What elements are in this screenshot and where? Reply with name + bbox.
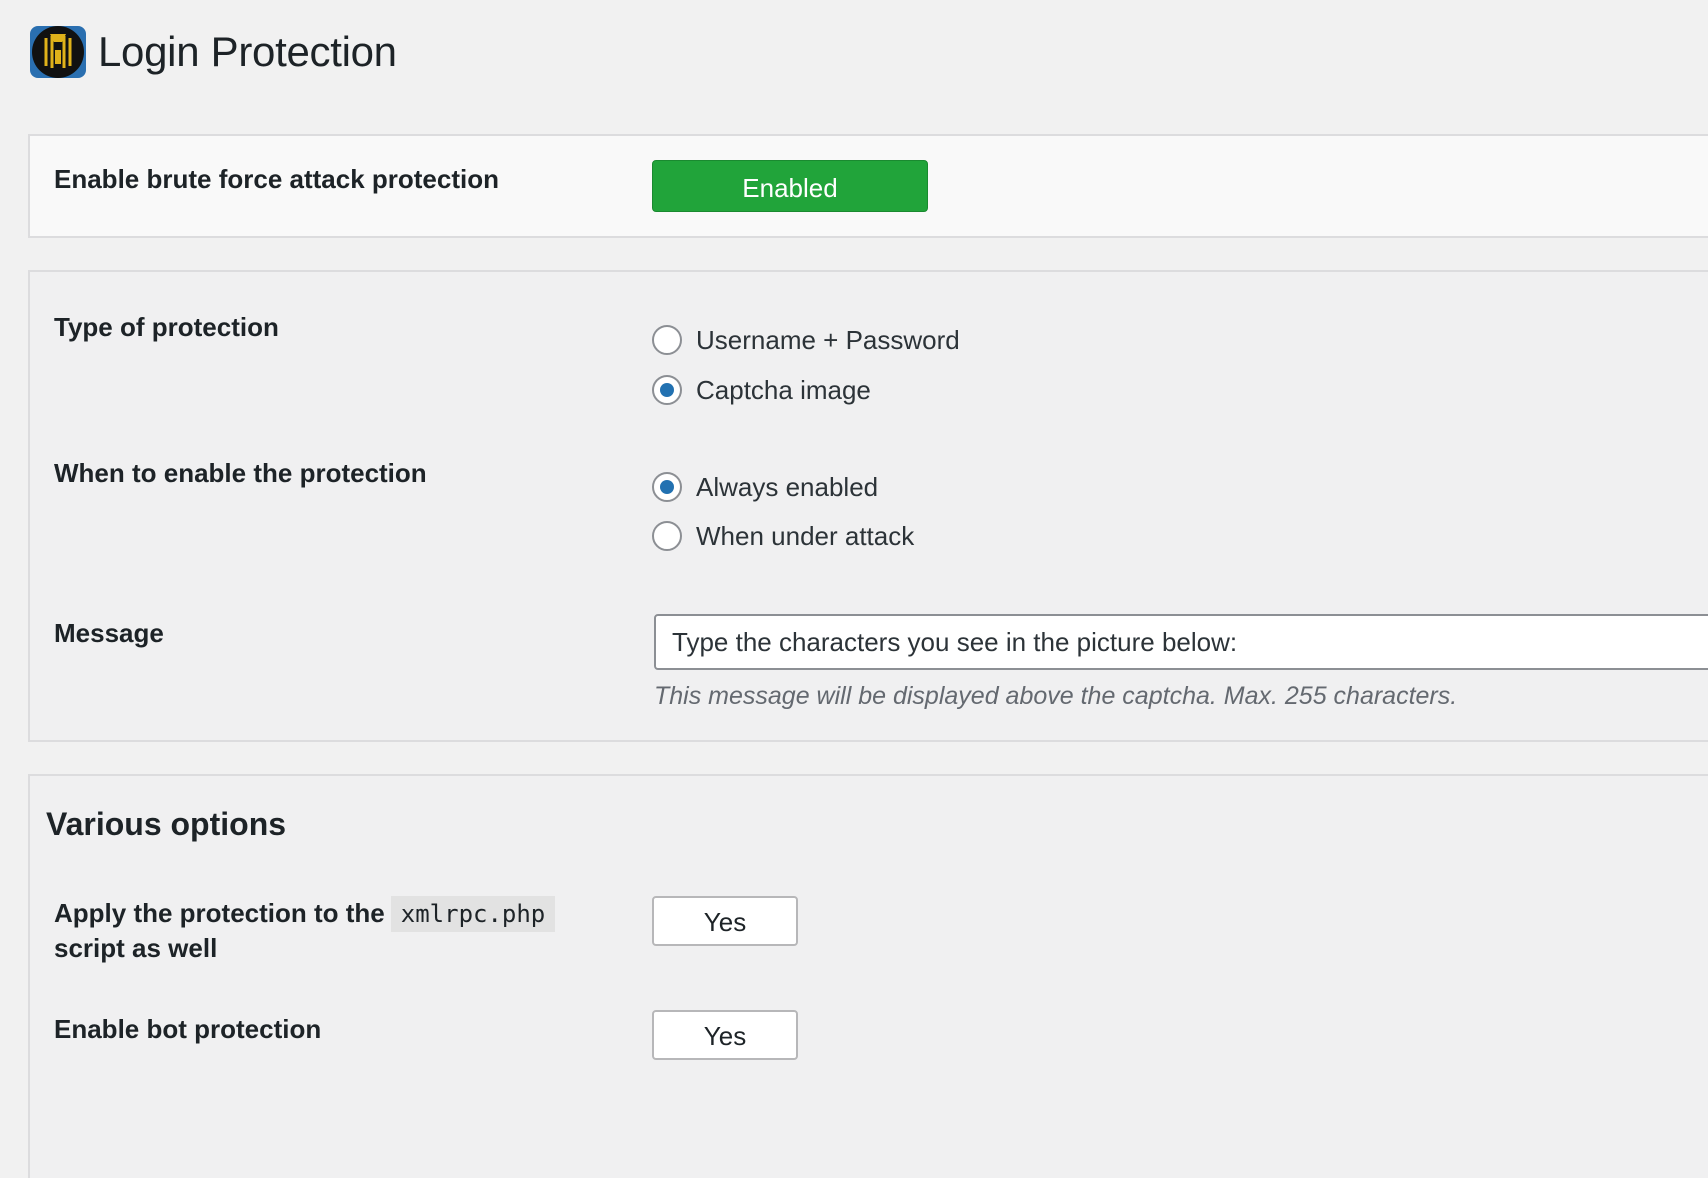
radio-always-enabled[interactable]: Always enabled (652, 469, 878, 505)
page-title: Login Protection (98, 28, 397, 75)
message-label: Message (54, 618, 164, 648)
xmlrpc-label-text-after: script as well (54, 933, 218, 963)
xmlrpc-label: Apply the protection to the xmlrpc.php sc… (54, 896, 614, 965)
radio-button-checked[interactable] (652, 375, 682, 405)
radio-username-password[interactable]: Username + Password (652, 322, 960, 358)
radio-captcha-image[interactable]: Captcha image (652, 372, 871, 408)
message-input[interactable]: Type the characters you see in the pictu… (654, 614, 1708, 670)
radio-label: Captcha image (696, 374, 871, 405)
when-to-enable-label: When to enable the protection (54, 458, 427, 488)
brute-force-toggle-button[interactable]: Enabled (652, 160, 928, 212)
bot-protection-yes-button[interactable]: Yes (652, 1010, 798, 1060)
radio-when-under-attack[interactable]: When under attack (652, 518, 914, 554)
page-header: Login Protection (28, 22, 397, 82)
radio-label: Username + Password (696, 324, 960, 355)
shield-lock-logo-icon (30, 26, 86, 78)
type-of-protection-label: Type of protection (54, 312, 279, 342)
radio-button-checked[interactable] (652, 472, 682, 502)
message-description: This message will be displayed above the… (654, 682, 1458, 710)
xmlrpc-label-text: Apply the protection to the (54, 898, 385, 928)
login-protection-page: Login Protection Enable brute force atta… (0, 0, 1708, 1178)
radio-button[interactable] (652, 325, 682, 355)
brute-force-label: Enable brute force attack protection (54, 164, 499, 194)
various-options-title: Various options (46, 806, 287, 842)
bot-protection-label: Enable bot protection (54, 1014, 322, 1044)
radio-label: Always enabled (696, 471, 879, 502)
brute-force-panel: Enable brute force attack protection Ena… (28, 134, 1708, 238)
xmlrpc-code: xmlrpc.php (390, 896, 556, 932)
various-options-panel: Various options Apply the protection to … (28, 774, 1708, 1178)
xmlrpc-yes-button[interactable]: Yes (652, 896, 798, 946)
radio-label: When under attack (696, 520, 915, 551)
protection-settings-panel: Type of protection Username + Password C… (28, 270, 1708, 742)
radio-button[interactable] (652, 521, 682, 551)
